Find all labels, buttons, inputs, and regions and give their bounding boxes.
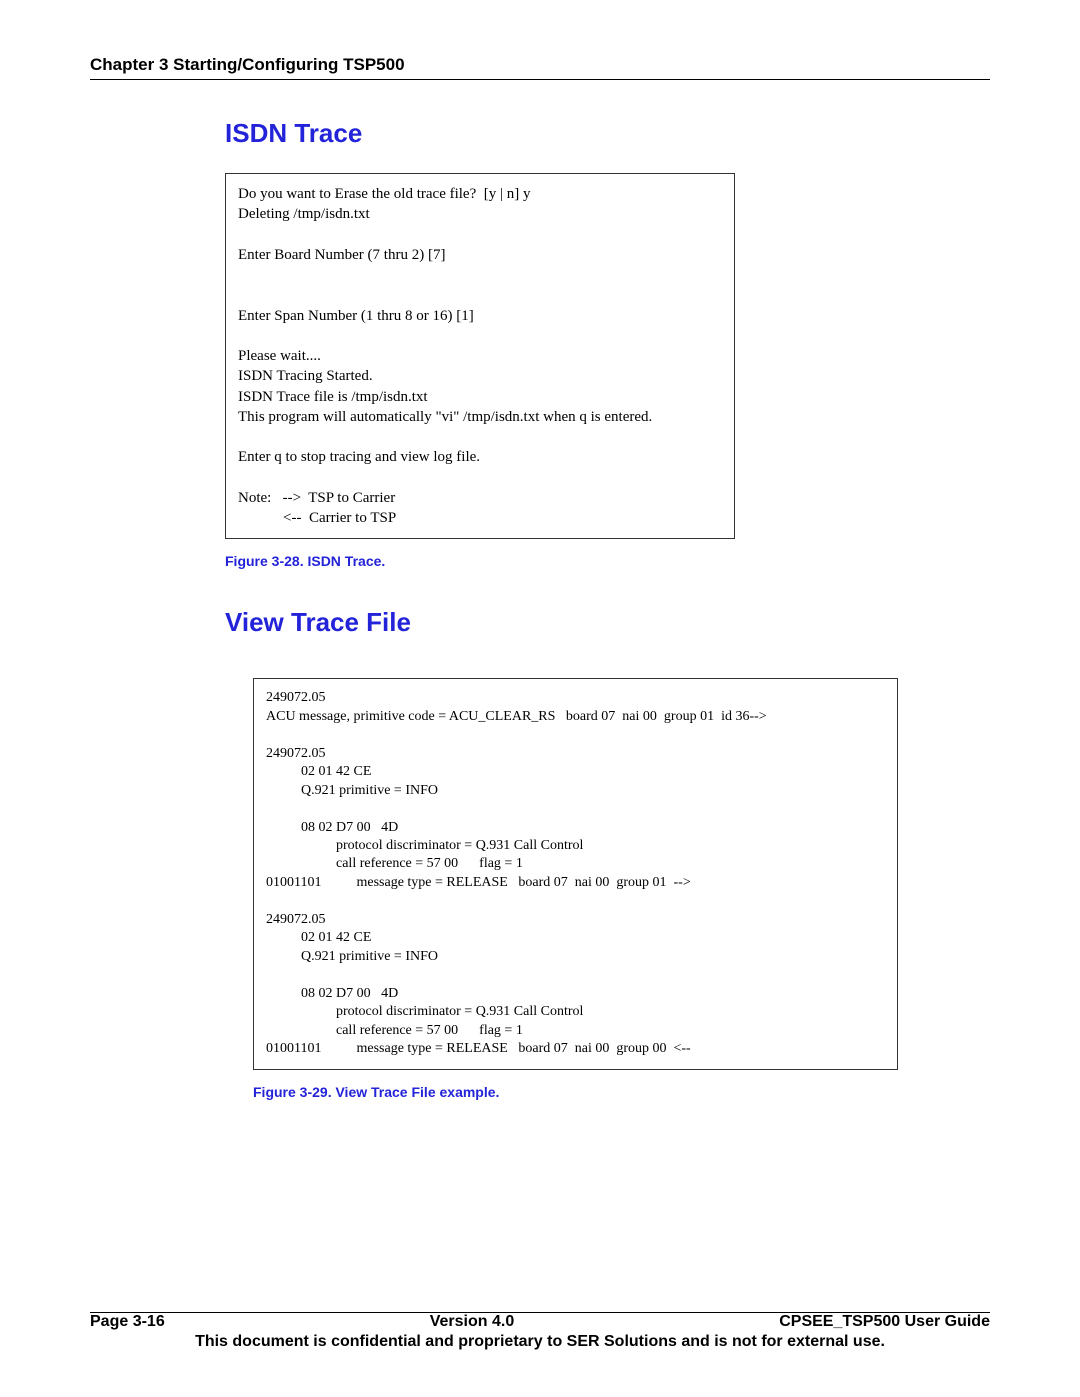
page-footer: Page 3-16 Version 4.0 CPSEE_TSP500 User …	[90, 1312, 990, 1351]
content-area: ISDN Trace Do you want to Erase the old …	[225, 118, 990, 1100]
view-trace-file-output-box: 249072.05 ACU message, primitive code = …	[253, 678, 898, 1069]
footer-page-number: Page 3-16	[90, 1313, 165, 1331]
header-rule	[90, 79, 990, 80]
section-title-view-trace-file: View Trace File	[225, 607, 990, 638]
footer-confidential-note: This document is confidential and propri…	[90, 1333, 990, 1351]
section-title-isdn-trace: ISDN Trace	[225, 118, 990, 149]
footer-row: Page 3-16 Version 4.0 CPSEE_TSP500 User …	[90, 1313, 990, 1331]
figure-caption-2: Figure 3-29. View Trace File example.	[253, 1084, 990, 1100]
chapter-header: Chapter 3 Starting/Configuring TSP500	[90, 55, 990, 75]
footer-version: Version 4.0	[430, 1313, 515, 1331]
page-container: Chapter 3 Starting/Configuring TSP500 IS…	[0, 0, 1080, 1397]
isdn-trace-output-box: Do you want to Erase the old trace file?…	[225, 173, 735, 539]
figure-caption-1: Figure 3-28. ISDN Trace.	[225, 553, 990, 569]
footer-doc-title: CPSEE_TSP500 User Guide	[779, 1313, 990, 1331]
